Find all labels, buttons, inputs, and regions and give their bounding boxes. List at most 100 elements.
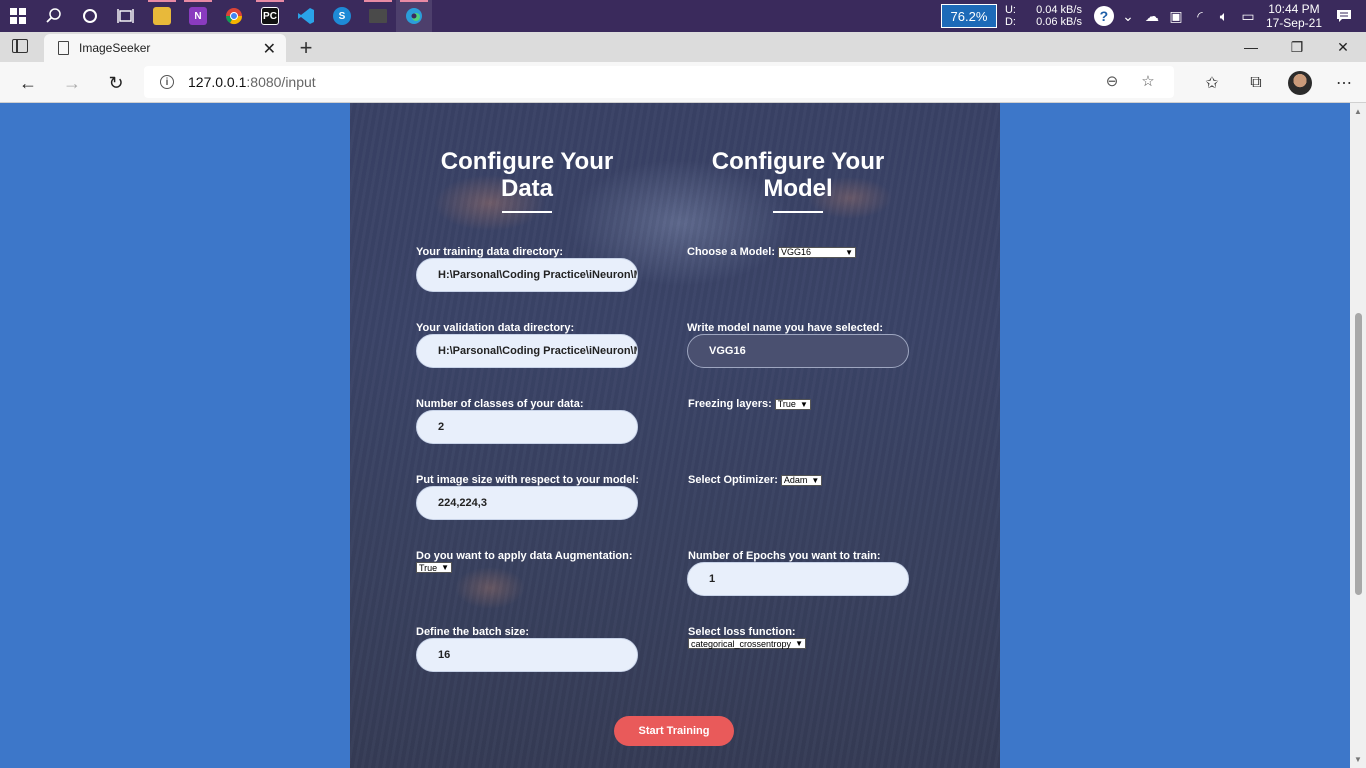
model-row: Choose a Model: VGG16 ▼: [687, 246, 857, 258]
batch-label: Define the batch size:: [416, 626, 530, 638]
battery-percent: 76.2%: [950, 8, 988, 24]
back-button[interactable]: ←: [13, 68, 43, 98]
image-size-input[interactable]: 224,224,3: [416, 486, 638, 520]
chrome-icon[interactable]: [216, 0, 252, 32]
chevron-down-icon: ▼: [845, 247, 854, 257]
tab-actions-icon[interactable]: [12, 39, 28, 53]
cortana-icon[interactable]: [72, 0, 108, 32]
skype-icon[interactable]: S: [324, 0, 360, 32]
epochs-input[interactable]: 1: [687, 562, 909, 596]
title-underline: [502, 211, 552, 213]
browser-toolbar: ← → ↻ i 127.0.0.1:8080/input ⊖ ☆ ✩ ⧉ ⋯: [0, 62, 1366, 103]
volume-icon[interactable]: 🔈︎: [1212, 0, 1236, 32]
windows-start-icon[interactable]: [0, 0, 36, 32]
net-up-speed: 0.04 kB/s: [1036, 4, 1082, 16]
browser-tab-strip: ImageSeeker ✕ +: [0, 32, 1366, 62]
net-down-label: D:: [1004, 16, 1016, 28]
chevron-down-icon: ▼: [441, 563, 450, 572]
cast-icon[interactable]: ▣: [1164, 0, 1188, 32]
model-section-title: Configure Your Model: [688, 148, 908, 213]
edge-icon[interactable]: [396, 0, 432, 32]
task-view-icon[interactable]: [108, 0, 144, 32]
collections-icon[interactable]: ⧉: [1234, 68, 1278, 98]
optimizer-label: Select Optimizer:: [688, 474, 778, 486]
net-speeds: 0.04 kB/s 0.06 kB/s: [1026, 4, 1082, 28]
page-viewport: Configure Your Data Configure Your Model…: [0, 103, 1350, 768]
onenote-icon[interactable]: N: [180, 0, 216, 32]
classes-label: Number of classes of your data:: [416, 398, 584, 410]
scrollbar-thumb[interactable]: [1355, 313, 1362, 595]
model-name-label: Write model name you have selected:: [687, 322, 884, 334]
minimize-button[interactable]: —: [1228, 32, 1274, 62]
profile-button[interactable]: [1278, 68, 1322, 98]
chevron-down-icon: ▼: [795, 639, 803, 648]
freeze-value: True: [777, 399, 796, 410]
augment-label: Do you want to apply data Augmentation:: [416, 550, 633, 562]
model-value: VGG16: [781, 247, 812, 258]
address-bar[interactable]: i 127.0.0.1:8080/input ⊖ ☆: [144, 66, 1174, 98]
freeze-select[interactable]: True ▼: [774, 398, 811, 410]
train-dir-label: Your training data directory:: [416, 246, 564, 258]
close-window-button[interactable]: ✕: [1320, 32, 1366, 62]
loss-label: Select loss function:: [688, 626, 796, 638]
optimizer-value: Adam: [783, 475, 808, 486]
model-select[interactable]: VGG16 ▼: [778, 246, 857, 258]
augment-select[interactable]: True ▼: [416, 562, 453, 573]
freeze-label: Freezing layers:: [688, 398, 772, 410]
add-favorite-icon[interactable]: ☆: [1130, 72, 1166, 90]
refresh-button[interactable]: ↻: [101, 68, 131, 98]
avatar: [1288, 71, 1312, 95]
help-icon[interactable]: ?: [1092, 0, 1116, 32]
battery-icon[interactable]: ▭: [1236, 0, 1260, 32]
notifications-icon[interactable]: [1332, 0, 1356, 32]
model-title-text: Configure Your Model: [711, 148, 885, 202]
batch-input[interactable]: 16: [416, 638, 638, 672]
wifi-icon[interactable]: ◜: [1188, 0, 1212, 32]
windows-taskbar: N PC S 76.2% U: D: 0.04 kB/s 0.06 kB/s ?…: [0, 0, 1366, 32]
net-down-speed: 0.06 kB/s: [1036, 16, 1082, 28]
zoom-out-icon[interactable]: ⊖: [1094, 72, 1130, 90]
scroll-up-icon[interactable]: ▲: [1354, 107, 1362, 116]
favorites-icon[interactable]: ✩: [1190, 68, 1234, 98]
val-dir-label: Your validation data directory:: [416, 322, 575, 334]
info-icon[interactable]: i: [160, 75, 174, 89]
loss-select[interactable]: categorical_crossentropy ▼: [688, 638, 806, 649]
start-training-button[interactable]: Start Training: [614, 716, 734, 746]
model-name-input[interactable]: VGG16: [687, 334, 909, 368]
net-up-label: U:: [1004, 4, 1016, 16]
image-size-label: Put image size with respect to your mode…: [416, 474, 640, 486]
data-section-title: Configure Your Data: [417, 148, 637, 213]
vscode-icon[interactable]: [288, 0, 324, 32]
title-underline: [773, 211, 823, 213]
forward-button[interactable]: →: [57, 68, 87, 98]
page-icon: [58, 41, 69, 55]
search-icon[interactable]: [36, 0, 72, 32]
terminal-icon[interactable]: [360, 0, 396, 32]
loss-value: categorical_crossentropy: [691, 638, 792, 649]
restore-button[interactable]: ❐: [1274, 32, 1320, 62]
close-tab-icon[interactable]: ✕: [263, 39, 276, 59]
more-menu-icon[interactable]: ⋯: [1322, 68, 1366, 98]
clock-date: 17-Sep-21: [1265, 16, 1322, 30]
optimizer-select[interactable]: Adam ▼: [780, 474, 823, 486]
file-explorer-icon[interactable]: [144, 0, 180, 32]
train-dir-input[interactable]: H:\Parsonal\Coding Practice\iNeuron\Modu…: [416, 258, 638, 292]
clock[interactable]: 10:44 PM 17-Sep-21: [1266, 2, 1322, 30]
chevron-up-icon[interactable]: ⌄: [1116, 0, 1140, 32]
browser-tab[interactable]: ImageSeeker ✕: [44, 34, 286, 62]
system-tray: 76.2% U: D: 0.04 kB/s 0.06 kB/s ? ⌄ ☁ ▣ …: [940, 0, 1366, 32]
val-dir-input[interactable]: H:\Parsonal\Coding Practice\iNeuron\Modu…: [416, 334, 638, 368]
battery-meter[interactable]: 76.2%: [940, 4, 997, 28]
scroll-down-icon[interactable]: ▼: [1354, 755, 1362, 764]
optimizer-row: Select Optimizer: Adam ▼: [688, 474, 823, 486]
model-label: Choose a Model:: [687, 246, 776, 258]
classes-input[interactable]: 2: [416, 410, 638, 444]
page-scrollbar[interactable]: ▲ ▼: [1350, 103, 1366, 768]
pycharm-icon[interactable]: PC: [252, 0, 288, 32]
augment-value: True: [419, 562, 438, 573]
onedrive-icon[interactable]: ☁: [1140, 0, 1164, 32]
chevron-down-icon: ▼: [811, 475, 820, 485]
url-host: 127.0.0.1: [188, 74, 247, 90]
freeze-row: Freezing layers: True ▼: [688, 398, 811, 410]
new-tab-button[interactable]: +: [292, 34, 320, 62]
